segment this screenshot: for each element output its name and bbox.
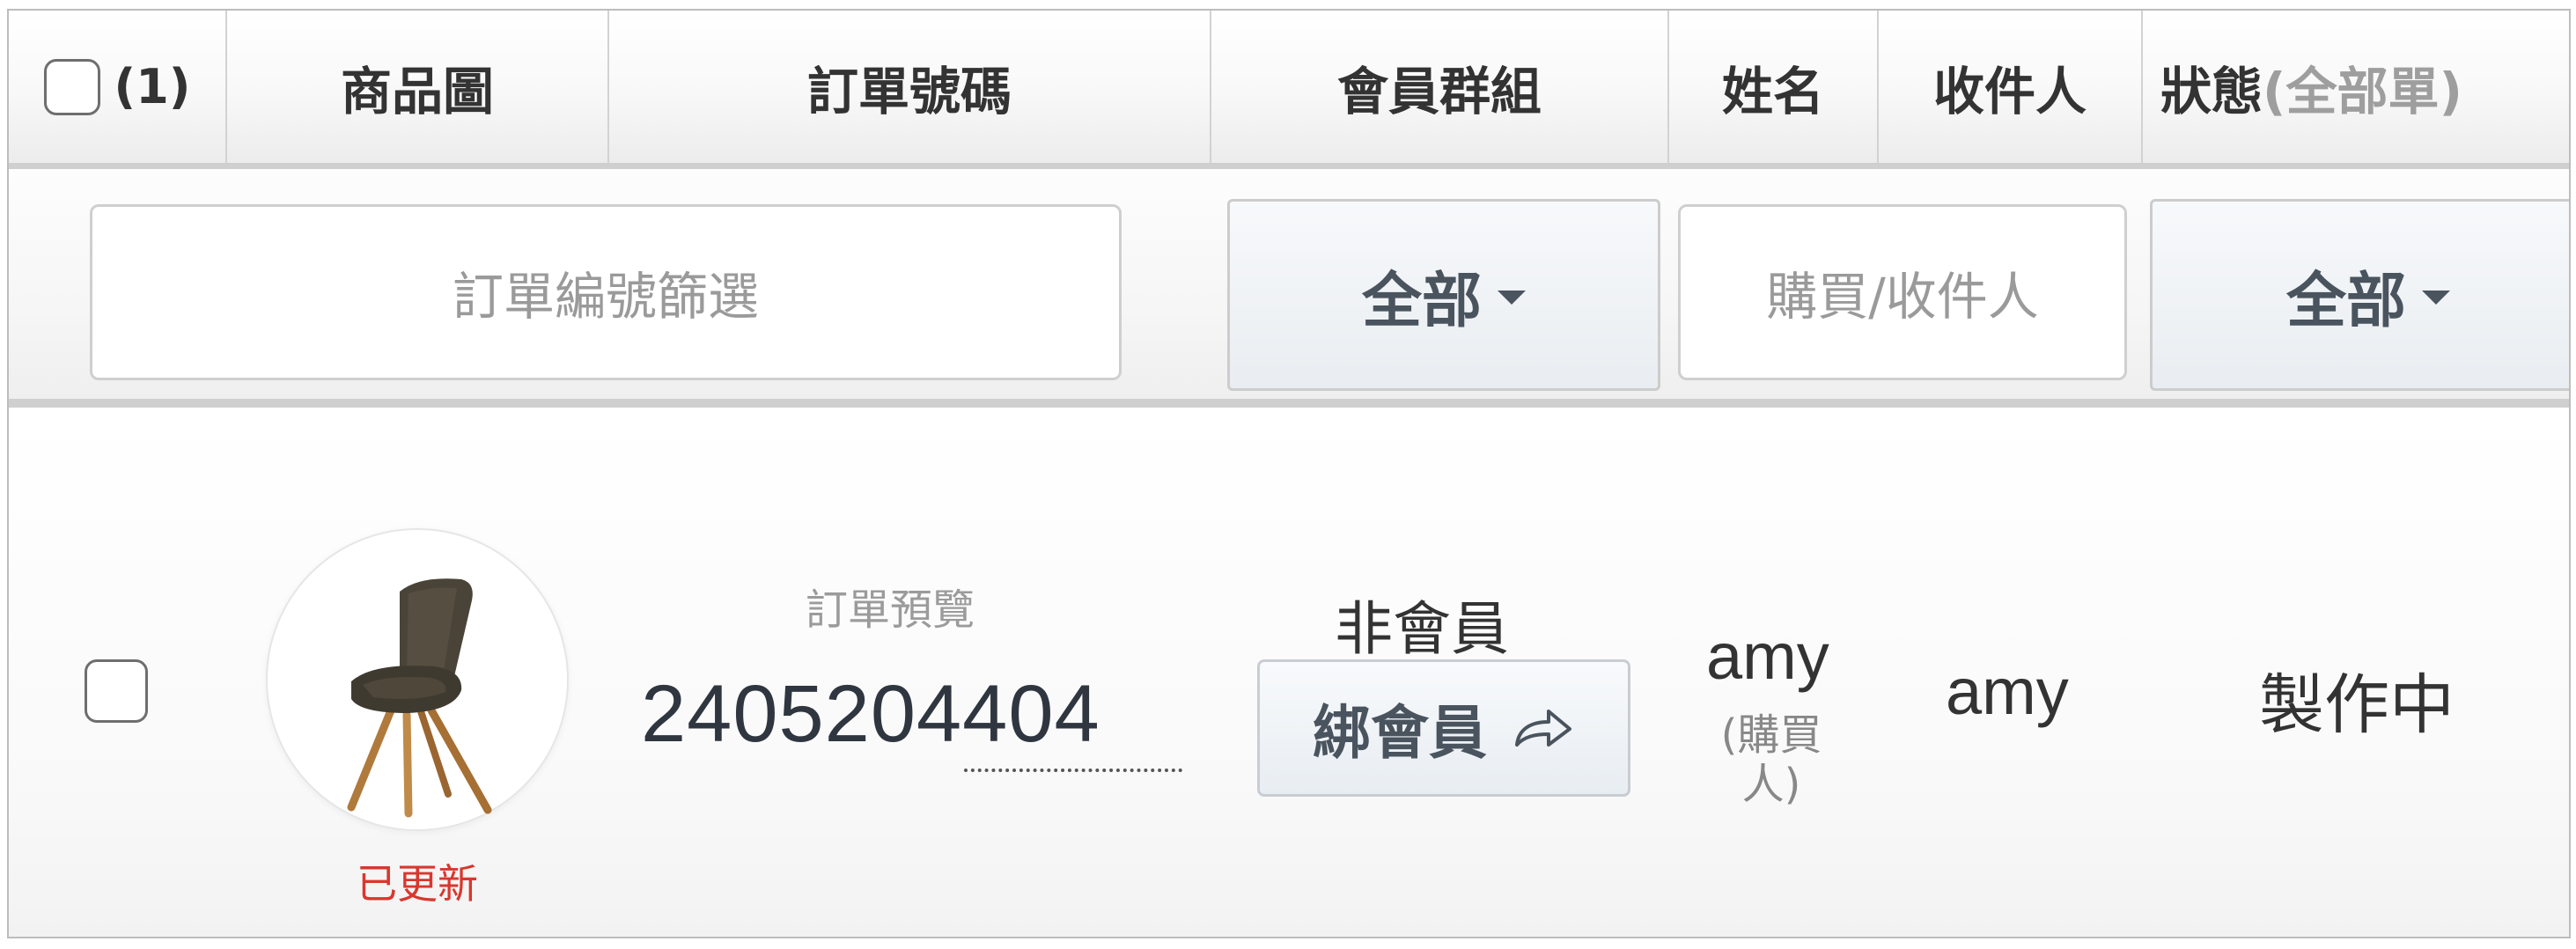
caret-down-icon xyxy=(2422,291,2450,305)
status-filter-select[interactable]: 全部 xyxy=(2150,199,2569,391)
bind-member-label: 綁會員 xyxy=(1313,699,1487,767)
member-group-value: 非會員 xyxy=(1335,595,1509,663)
chair-image xyxy=(347,578,492,818)
order-status: 製作中 xyxy=(2259,667,2455,743)
order-preview-link[interactable]: 訂單預覽 xyxy=(806,575,975,636)
select-all-cell: (1) xyxy=(9,11,227,163)
order-number[interactable]: 2405204404 xyxy=(641,668,1100,761)
filter-row: 訂單編號篩選 全部 購買/收件人 全部 xyxy=(9,169,2569,408)
status-filter-label: (全部單) xyxy=(2263,61,2463,121)
order-number-underline xyxy=(964,769,1182,772)
product-thumbnail[interactable] xyxy=(266,528,569,831)
buyer-name: amy xyxy=(1706,620,1829,693)
column-header-member-group: 會員群組 xyxy=(1211,11,1669,163)
column-header-recipient: 收件人 xyxy=(1879,11,2143,163)
member-group-filter-value: 全部 xyxy=(1361,266,1482,336)
member-group-filter-select[interactable]: 全部 xyxy=(1227,199,1660,391)
bind-member-button[interactable]: 綁會員 xyxy=(1257,659,1630,797)
table-row: 已更新 訂單預覽 2405204404 非會員 綁會員 amy (購買人) am… xyxy=(9,416,2569,937)
status-filter-value: 全部 xyxy=(2285,266,2406,336)
selected-count: (1) xyxy=(114,59,191,114)
order-number-suffix: 4404 xyxy=(916,669,1100,759)
buyer-recipient-filter-input[interactable]: 購買/收件人 xyxy=(1678,204,2127,380)
column-header-name: 姓名 xyxy=(1669,11,1879,163)
row-checkbox[interactable] xyxy=(85,659,148,723)
buyer-role-label: (購買人) xyxy=(1720,710,1822,809)
table-header: (1) 商品圖 訂單號碼 會員群組 姓名 收件人 狀態 (全部單) xyxy=(9,11,2569,169)
column-header-order-number: 訂單號碼 xyxy=(609,11,1211,163)
select-all-checkbox[interactable] xyxy=(43,58,100,115)
order-number-prefix: 240520 xyxy=(641,669,916,759)
column-header-status[interactable]: 狀態 (全部單) xyxy=(2143,11,2569,163)
image-updated-label: 已更新 xyxy=(357,860,478,908)
order-table: (1) 商品圖 訂單號碼 會員群組 姓名 收件人 狀態 (全部單) 訂單編號篩選… xyxy=(7,9,2571,938)
order-number-filter-input[interactable]: 訂單編號篩選 xyxy=(90,204,1122,380)
caret-down-icon xyxy=(1498,291,1526,305)
share-arrow-icon xyxy=(1510,706,1575,750)
recipient-name: amy xyxy=(1946,655,2069,728)
column-header-product-image: 商品圖 xyxy=(227,11,609,163)
status-header-label: 狀態 xyxy=(2160,61,2263,121)
